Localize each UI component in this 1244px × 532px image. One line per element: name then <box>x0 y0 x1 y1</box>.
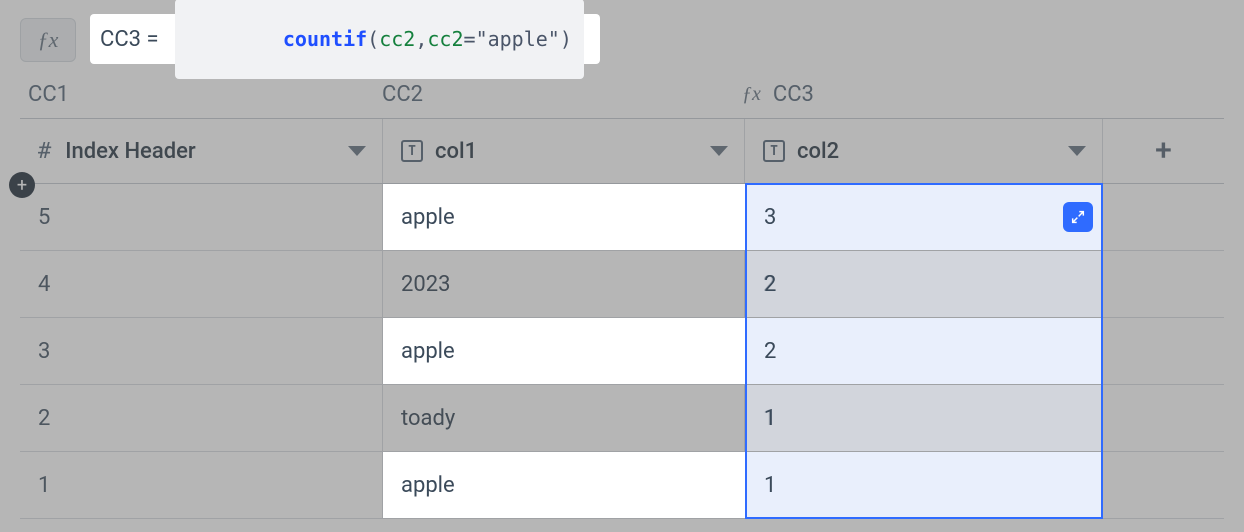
fx-icon: ƒx <box>742 83 761 106</box>
col2-cell[interactable]: 2 <box>745 318 1103 384</box>
col1-cell[interactable]: apple <box>383 452 745 518</box>
index-cell[interactable]: 1 <box>20 452 383 518</box>
formula-string: "apple" <box>476 27 560 51</box>
add-column-button[interactable]: + <box>1103 119 1224 183</box>
col2-value: 3 <box>763 205 775 230</box>
column-ref-cc3: CC3 <box>773 82 814 107</box>
col1-header[interactable]: T col1 <box>383 119 745 183</box>
table-row: 5 apple 3 <box>20 184 1224 251</box>
chevron-down-icon[interactable] <box>710 146 728 156</box>
table-row: 4 2023 2 <box>20 251 1224 318</box>
index-cell[interactable]: 5 <box>20 184 383 250</box>
col2-header[interactable]: T col2 <box>745 119 1103 183</box>
index-cell[interactable]: 4 <box>20 251 383 317</box>
comma: , <box>415 27 427 51</box>
fx-icon[interactable]: ƒx <box>20 18 76 62</box>
col2-cell[interactable]: 1 <box>745 452 1103 518</box>
formula-target: CC3 = <box>100 27 159 52</box>
col2-cell[interactable]: 1 <box>745 385 1103 451</box>
col1-header-label: col1 <box>435 139 477 164</box>
col1-cell[interactable]: toady <box>383 385 745 451</box>
data-table: # Index Header T col1 T col2 + 5 apple 3… <box>20 118 1224 519</box>
col2-cell[interactable]: 3 <box>745 184 1103 250</box>
col1-cell[interactable]: 2023 <box>383 251 745 317</box>
column-ref-cc2: CC2 <box>380 82 742 107</box>
hash-icon: # <box>38 139 51 164</box>
text-type-icon: T <box>401 140 423 162</box>
formula-input[interactable]: countif(cc2,cc2="apple") <box>175 0 584 79</box>
formula-ref: cc2 <box>379 27 415 51</box>
col2-cell[interactable]: 2 <box>745 251 1103 317</box>
formula-function: countif <box>283 27 367 51</box>
add-row-button[interactable]: + <box>9 172 35 198</box>
plus-icon: + <box>1155 136 1172 166</box>
chevron-down-icon[interactable] <box>1068 146 1086 156</box>
col1-cell[interactable]: apple <box>383 184 745 250</box>
col1-cell[interactable]: apple <box>383 318 745 384</box>
table-row: 3 apple 2 <box>20 318 1224 385</box>
table-row: 1 apple 1 <box>20 452 1224 519</box>
index-cell[interactable]: 2 <box>20 385 383 451</box>
paren-open: ( <box>367 27 379 51</box>
formula-ref: cc2 <box>427 27 463 51</box>
table-row: 2 toady 1 <box>20 385 1224 452</box>
index-header[interactable]: # Index Header <box>20 119 383 183</box>
text-type-icon: T <box>763 140 785 162</box>
equals-sign: = <box>464 27 476 51</box>
col2-header-label: col2 <box>797 139 839 164</box>
index-cell[interactable]: 3 <box>20 318 383 384</box>
chevron-down-icon[interactable] <box>348 146 366 156</box>
paren-close: ) <box>560 27 572 51</box>
index-header-label: Index Header <box>65 139 195 164</box>
column-ref-cc1: CC1 <box>20 82 380 107</box>
